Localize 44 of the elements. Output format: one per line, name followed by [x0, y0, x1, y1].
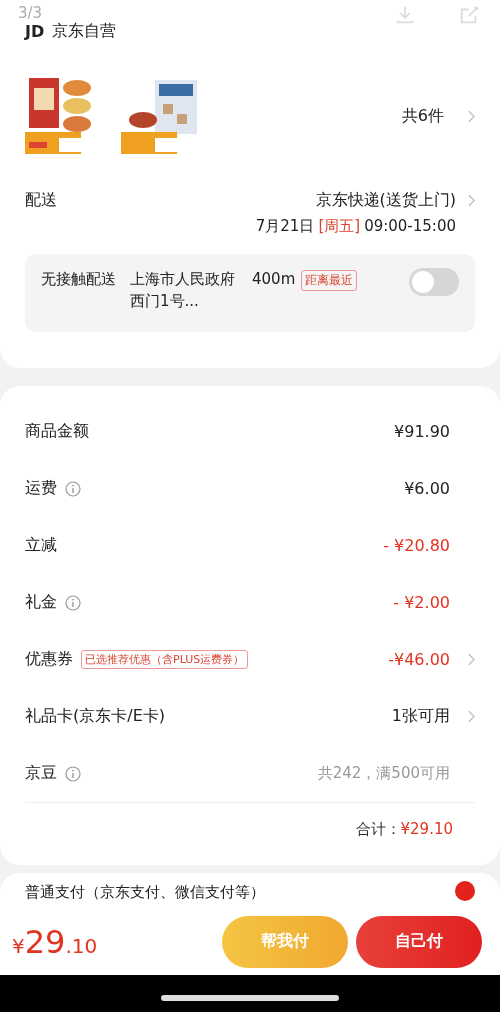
info-icon[interactable]: [65, 594, 81, 611]
fee-value: - ¥2.00: [393, 593, 450, 612]
delivery-label: 配送: [25, 190, 57, 211]
chevron-icon: [468, 710, 475, 723]
fee-value: ¥6.00: [404, 479, 450, 498]
store-name: 京东自营: [52, 20, 117, 42]
fee-label: 商品金额: [25, 421, 89, 442]
delivery-time: 09:00-15:00: [364, 217, 456, 236]
coupon-tag: 已选推荐优惠（含PLUS运费券）: [81, 650, 249, 669]
fee-value[interactable]: 1张可用: [391, 706, 450, 727]
store-logo: JD: [25, 21, 45, 41]
item-count[interactable]: 共6件: [401, 105, 444, 127]
fee-value: - ¥20.80: [383, 536, 450, 555]
info-icon[interactable]: [65, 480, 81, 497]
payment-label[interactable]: 普通支付（京东支付、微信支付等）: [25, 881, 455, 902]
radio-icon[interactable]: [455, 881, 475, 901]
fee-value: ¥91.90: [394, 422, 450, 441]
price-integer: 29: [24, 922, 66, 961]
delivery-method[interactable]: 京东快递(送货上门): [315, 190, 456, 211]
fee-label: 礼金: [25, 592, 57, 613]
price-currency: ¥: [12, 933, 25, 958]
info-icon[interactable]: [65, 765, 81, 782]
fee-label: 立减: [25, 535, 57, 556]
fee-label: 运费: [25, 478, 57, 499]
pay-button[interactable]: 自己付: [356, 915, 482, 968]
delivery-weekday: [周五]: [318, 217, 361, 236]
contactless-label: 无接触配送: [41, 269, 116, 289]
page-counter: 3/3: [18, 4, 43, 22]
delivery-date: 7月21日: [255, 217, 315, 236]
fee-value: 共242，满500可用: [317, 764, 450, 783]
price-decimal: .10: [65, 933, 98, 958]
total-label: 合计：: [355, 819, 401, 839]
fee-label: 京豆: [25, 763, 57, 784]
total-value: ¥29.10: [400, 820, 453, 838]
chevron-icon: [468, 653, 475, 666]
nearest-tag: 距离最近: [301, 270, 358, 291]
fee-label: 优惠券: [25, 649, 73, 670]
fee-value[interactable]: -¥46.00: [388, 650, 450, 669]
distance: 400m: [252, 269, 296, 288]
contactless-toggle[interactable]: [409, 268, 459, 296]
fee-label: 礼品卡(京东卡/E卡): [25, 706, 165, 727]
chevron-icon: [468, 109, 475, 123]
pickup-address: 上海市人民政府西门1号...: [130, 269, 236, 312]
chevron-icon: [468, 194, 475, 207]
